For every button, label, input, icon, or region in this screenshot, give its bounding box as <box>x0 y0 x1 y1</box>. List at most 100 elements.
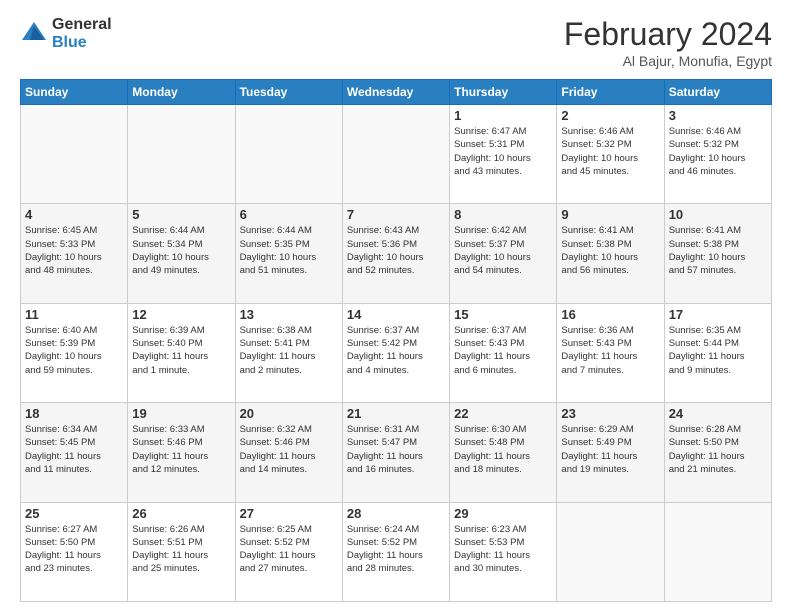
calendar-cell-2-3: 14 Sunrise: 6:37 AM Sunset: 5:42 PM Dayli… <box>342 303 449 402</box>
header-thursday: Thursday <box>450 80 557 105</box>
header-monday: Monday <box>128 80 235 105</box>
day-info-9: Sunrise: 6:41 AM Sunset: 5:38 PM Dayligh… <box>561 224 659 277</box>
calendar-week-2: 4 Sunrise: 6:45 AM Sunset: 5:33 PM Daylig… <box>21 204 772 303</box>
weekday-header-row: Sunday Monday Tuesday Wednesday Thursday… <box>21 80 772 105</box>
day-number-4: 4 <box>25 207 123 222</box>
day-info-10: Sunrise: 6:41 AM Sunset: 5:38 PM Dayligh… <box>669 224 767 277</box>
day-info-15: Sunrise: 6:37 AM Sunset: 5:43 PM Dayligh… <box>454 324 552 377</box>
day-info-8: Sunrise: 6:42 AM Sunset: 5:37 PM Dayligh… <box>454 224 552 277</box>
day-info-13: Sunrise: 6:38 AM Sunset: 5:41 PM Dayligh… <box>240 324 338 377</box>
day-number-19: 19 <box>132 406 230 421</box>
day-info-16: Sunrise: 6:36 AM Sunset: 5:43 PM Dayligh… <box>561 324 659 377</box>
day-number-6: 6 <box>240 207 338 222</box>
calendar-cell-0-4: 1 Sunrise: 6:47 AM Sunset: 5:31 PM Daylig… <box>450 105 557 204</box>
header-tuesday: Tuesday <box>235 80 342 105</box>
calendar-week-5: 25 Sunrise: 6:27 AM Sunset: 5:50 PM Dayli… <box>21 502 772 601</box>
calendar-cell-3-6: 24 Sunrise: 6:28 AM Sunset: 5:50 PM Dayli… <box>664 403 771 502</box>
day-number-8: 8 <box>454 207 552 222</box>
calendar-cell-0-3 <box>342 105 449 204</box>
calendar-cell-3-5: 23 Sunrise: 6:29 AM Sunset: 5:49 PM Dayli… <box>557 403 664 502</box>
day-number-15: 15 <box>454 307 552 322</box>
calendar-week-1: 1 Sunrise: 6:47 AM Sunset: 5:31 PM Daylig… <box>21 105 772 204</box>
day-info-25: Sunrise: 6:27 AM Sunset: 5:50 PM Dayligh… <box>25 523 123 576</box>
calendar-cell-4-3: 28Sunrise: 6:24 AM Sunset: 5:52 PM Dayli… <box>342 502 449 601</box>
day-info-29: Sunrise: 6:23 AM Sunset: 5:53 PM Dayligh… <box>454 523 552 576</box>
day-info-2: Sunrise: 6:46 AM Sunset: 5:32 PM Dayligh… <box>561 125 659 178</box>
day-number-14: 14 <box>347 307 445 322</box>
day-number-2: 2 <box>561 108 659 123</box>
day-info-11: Sunrise: 6:40 AM Sunset: 5:39 PM Dayligh… <box>25 324 123 377</box>
day-info-24: Sunrise: 6:28 AM Sunset: 5:50 PM Dayligh… <box>669 423 767 476</box>
day-number-23: 23 <box>561 406 659 421</box>
calendar-cell-0-1 <box>128 105 235 204</box>
day-info-4: Sunrise: 6:45 AM Sunset: 5:33 PM Dayligh… <box>25 224 123 277</box>
day-info-28: Sunrise: 6:24 AM Sunset: 5:52 PM Dayligh… <box>347 523 445 576</box>
day-info-17: Sunrise: 6:35 AM Sunset: 5:44 PM Dayligh… <box>669 324 767 377</box>
calendar-cell-1-6: 10Sunrise: 6:41 AM Sunset: 5:38 PM Dayli… <box>664 204 771 303</box>
logo-blue: Blue <box>52 34 112 52</box>
calendar-cell-0-5: 2 Sunrise: 6:46 AM Sunset: 5:32 PM Daylig… <box>557 105 664 204</box>
calendar-cell-3-4: 22Sunrise: 6:30 AM Sunset: 5:48 PM Dayli… <box>450 403 557 502</box>
logo-general: General <box>52 16 112 34</box>
day-info-1: Sunrise: 6:47 AM Sunset: 5:31 PM Dayligh… <box>454 125 552 178</box>
day-number-25: 25 <box>25 506 123 521</box>
day-number-21: 21 <box>347 406 445 421</box>
day-number-27: 27 <box>240 506 338 521</box>
day-number-29: 29 <box>454 506 552 521</box>
calendar-cell-2-4: 15 Sunrise: 6:37 AM Sunset: 5:43 PM Dayli… <box>450 303 557 402</box>
calendar-week-3: 11Sunrise: 6:40 AM Sunset: 5:39 PM Dayli… <box>21 303 772 402</box>
day-info-26: Sunrise: 6:26 AM Sunset: 5:51 PM Dayligh… <box>132 523 230 576</box>
calendar-cell-4-6 <box>664 502 771 601</box>
header: General Blue February 2024 Al Bajur, Mon… <box>20 16 772 69</box>
calendar-cell-3-3: 21 Sunrise: 6:31 AM Sunset: 5:47 PM Dayli… <box>342 403 449 502</box>
day-info-27: Sunrise: 6:25 AM Sunset: 5:52 PM Dayligh… <box>240 523 338 576</box>
calendar-cell-3-2: 20 Sunrise: 6:32 AM Sunset: 5:46 PM Dayli… <box>235 403 342 502</box>
day-number-5: 5 <box>132 207 230 222</box>
calendar-cell-4-0: 25 Sunrise: 6:27 AM Sunset: 5:50 PM Dayli… <box>21 502 128 601</box>
calendar-cell-1-5: 9 Sunrise: 6:41 AM Sunset: 5:38 PM Daylig… <box>557 204 664 303</box>
month-title: February 2024 <box>564 16 772 53</box>
header-friday: Friday <box>557 80 664 105</box>
day-number-16: 16 <box>561 307 659 322</box>
calendar-cell-0-6: 3 Sunrise: 6:46 AM Sunset: 5:32 PM Daylig… <box>664 105 771 204</box>
day-number-20: 20 <box>240 406 338 421</box>
calendar-cell-1-2: 6Sunrise: 6:44 AM Sunset: 5:35 PM Daylig… <box>235 204 342 303</box>
day-number-18: 18 <box>25 406 123 421</box>
day-number-12: 12 <box>132 307 230 322</box>
day-number-3: 3 <box>669 108 767 123</box>
day-number-24: 24 <box>669 406 767 421</box>
day-info-21: Sunrise: 6:31 AM Sunset: 5:47 PM Dayligh… <box>347 423 445 476</box>
calendar-cell-1-1: 5Sunrise: 6:44 AM Sunset: 5:34 PM Daylig… <box>128 204 235 303</box>
day-number-1: 1 <box>454 108 552 123</box>
header-saturday: Saturday <box>664 80 771 105</box>
day-number-9: 9 <box>561 207 659 222</box>
day-number-7: 7 <box>347 207 445 222</box>
day-info-19: Sunrise: 6:33 AM Sunset: 5:46 PM Dayligh… <box>132 423 230 476</box>
calendar-cell-3-1: 19 Sunrise: 6:33 AM Sunset: 5:46 PM Dayli… <box>128 403 235 502</box>
day-info-23: Sunrise: 6:29 AM Sunset: 5:49 PM Dayligh… <box>561 423 659 476</box>
day-info-14: Sunrise: 6:37 AM Sunset: 5:42 PM Dayligh… <box>347 324 445 377</box>
day-number-17: 17 <box>669 307 767 322</box>
calendar-table: Sunday Monday Tuesday Wednesday Thursday… <box>20 79 772 602</box>
title-block: February 2024 Al Bajur, Monufia, Egypt <box>564 16 772 69</box>
day-info-3: Sunrise: 6:46 AM Sunset: 5:32 PM Dayligh… <box>669 125 767 178</box>
calendar-cell-0-2 <box>235 105 342 204</box>
location: Al Bajur, Monufia, Egypt <box>564 53 772 69</box>
day-info-20: Sunrise: 6:32 AM Sunset: 5:46 PM Dayligh… <box>240 423 338 476</box>
logo: General Blue <box>20 16 112 52</box>
calendar-cell-4-2: 27 Sunrise: 6:25 AM Sunset: 5:52 PM Dayli… <box>235 502 342 601</box>
calendar-cell-4-1: 26 Sunrise: 6:26 AM Sunset: 5:51 PM Dayli… <box>128 502 235 601</box>
calendar-cell-4-4: 29 Sunrise: 6:23 AM Sunset: 5:53 PM Dayli… <box>450 502 557 601</box>
day-number-13: 13 <box>240 307 338 322</box>
calendar-cell-2-1: 12 Sunrise: 6:39 AM Sunset: 5:40 PM Dayli… <box>128 303 235 402</box>
calendar-cell-0-0 <box>21 105 128 204</box>
calendar-cell-2-0: 11Sunrise: 6:40 AM Sunset: 5:39 PM Dayli… <box>21 303 128 402</box>
day-info-7: Sunrise: 6:43 AM Sunset: 5:36 PM Dayligh… <box>347 224 445 277</box>
day-info-12: Sunrise: 6:39 AM Sunset: 5:40 PM Dayligh… <box>132 324 230 377</box>
calendar-cell-4-5 <box>557 502 664 601</box>
calendar-cell-3-0: 18 Sunrise: 6:34 AM Sunset: 5:45 PM Dayli… <box>21 403 128 502</box>
day-number-26: 26 <box>132 506 230 521</box>
calendar-cell-1-3: 7 Sunrise: 6:43 AM Sunset: 5:36 PM Daylig… <box>342 204 449 303</box>
day-info-18: Sunrise: 6:34 AM Sunset: 5:45 PM Dayligh… <box>25 423 123 476</box>
logo-icon <box>20 20 48 48</box>
